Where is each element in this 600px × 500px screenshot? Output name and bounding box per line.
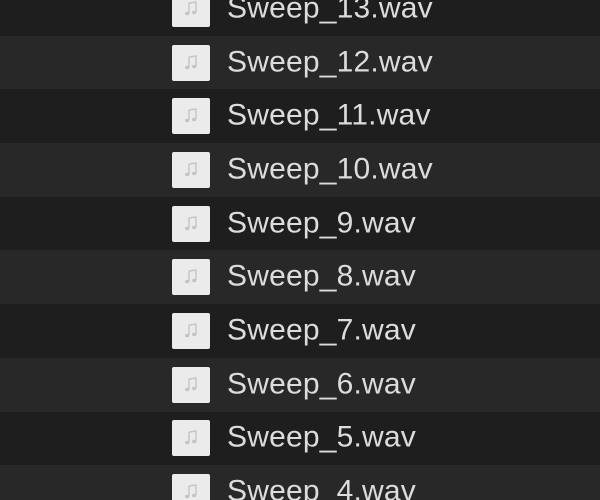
list-item[interactable]: Sweep_13.wav (0, 0, 600, 36)
list-item[interactable]: Sweep_7.wav (0, 304, 600, 358)
list-item[interactable]: Sweep_10.wav (0, 143, 600, 197)
list-item[interactable]: Sweep_11.wav (0, 89, 600, 144)
list-item[interactable]: Sweep_5.wav (0, 411, 600, 466)
audio-file-icon (172, 44, 210, 81)
file-rows: Sweep_13.wav Sweep_12.wav Sweep_11.wav S… (0, 0, 600, 500)
file-name: Sweep_11.wav (227, 98, 431, 132)
audio-file-icon (172, 474, 210, 500)
list-item[interactable]: Sweep_9.wav (0, 196, 600, 251)
audio-file-icon (172, 420, 210, 457)
file-name: Sweep_5.wav (227, 420, 416, 454)
file-name: Sweep_13.wav (227, 0, 433, 25)
file-name: Sweep_9.wav (227, 205, 416, 239)
file-name: Sweep_10.wav (227, 152, 433, 186)
file-name: Sweep_8.wav (227, 259, 416, 293)
file-name: Sweep_6.wav (227, 366, 416, 400)
list-item[interactable]: Sweep_4.wav (0, 465, 600, 500)
audio-file-icon (172, 259, 210, 296)
list-item[interactable]: Sweep_8.wav (0, 250, 600, 305)
audio-file-icon (172, 366, 210, 403)
file-name: Sweep_12.wav (227, 44, 433, 78)
list-item[interactable]: Sweep_6.wav (0, 357, 600, 412)
file-name: Sweep_4.wav (227, 474, 416, 500)
audio-file-icon (172, 205, 210, 242)
list-item[interactable]: Sweep_12.wav (0, 35, 600, 90)
audio-file-icon (172, 312, 210, 349)
audio-file-icon (172, 0, 210, 27)
audio-file-icon (172, 98, 210, 135)
file-name: Sweep_7.wav (227, 313, 416, 347)
audio-file-icon (172, 151, 210, 188)
file-list: Sweep_13.wav Sweep_12.wav Sweep_11.wav S… (0, 0, 600, 500)
